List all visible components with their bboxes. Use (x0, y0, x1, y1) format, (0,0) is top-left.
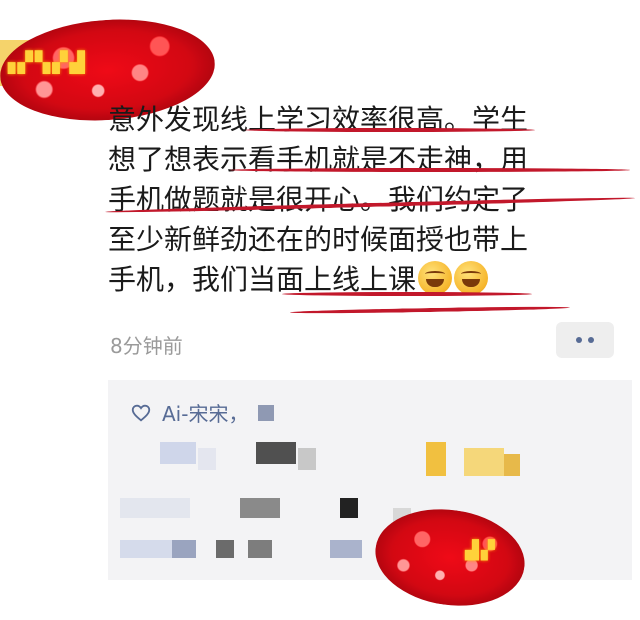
underline-line-2 (230, 168, 630, 172)
pixelated-block (464, 448, 504, 476)
more-dots-icon (576, 337, 582, 343)
like-row: Ai-宋宋， (130, 398, 275, 427)
like-user-name[interactable]: Ai-宋宋， (162, 398, 248, 427)
pixelated-block (240, 498, 280, 518)
more-options-button[interactable] (556, 322, 614, 358)
tears-of-joy-emoji-icon (418, 261, 453, 295)
pixelated-block (256, 442, 296, 464)
post-line-5-text: 手机，我们当面上线上课 (108, 263, 417, 296)
underline-line-5 (289, 305, 571, 315)
pixelated-block (298, 448, 316, 470)
pixelated-block (504, 454, 520, 476)
pixelated-block (340, 498, 358, 518)
pixelated-block (120, 498, 190, 518)
pixelated-block (426, 442, 446, 476)
pixelated-block (216, 540, 234, 558)
pixelated-block (248, 540, 272, 558)
pixelated-block (330, 540, 362, 558)
pixelated-name (258, 404, 275, 421)
facepalm-laugh-emoji-icon (454, 261, 489, 295)
glitter-text-top: ▗▞▚▞▟ (0, 50, 87, 74)
post-line-1: 意外发现线上学习效率很高。学生 (108, 103, 529, 136)
post-timestamp: 8分钟前 (110, 334, 183, 358)
pixelated-block (120, 540, 172, 558)
post-line-4: 至少新鲜劲还在的时候面授也带上 (108, 223, 529, 256)
more-dots-icon (588, 337, 594, 343)
underline-line-4 (282, 292, 532, 296)
pixelated-block (198, 448, 216, 470)
underline-line-1 (245, 128, 535, 132)
pixelated-block (160, 442, 196, 464)
pixelated-block (172, 540, 196, 558)
heart-outline-icon (131, 404, 151, 422)
post-line-2: 想了想表示看手机就是不走神，用 (108, 143, 529, 176)
glitter-text-bottom: ▟▞ (465, 540, 497, 561)
likes-panel: Ai-宋宋， (108, 380, 632, 580)
